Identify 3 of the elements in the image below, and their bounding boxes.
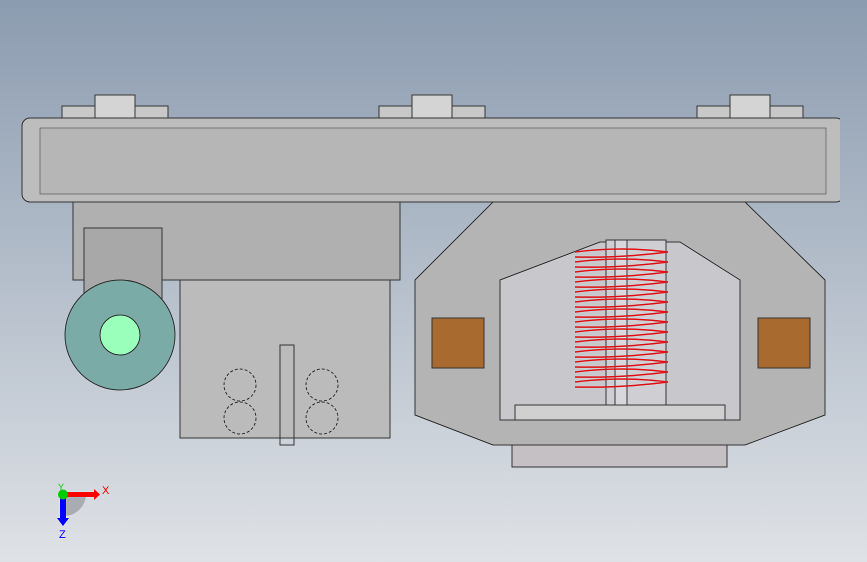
x-axis-label: X <box>102 486 110 497</box>
y-axis-label: Y <box>58 483 64 492</box>
z-axis-label: Z <box>59 530 66 541</box>
